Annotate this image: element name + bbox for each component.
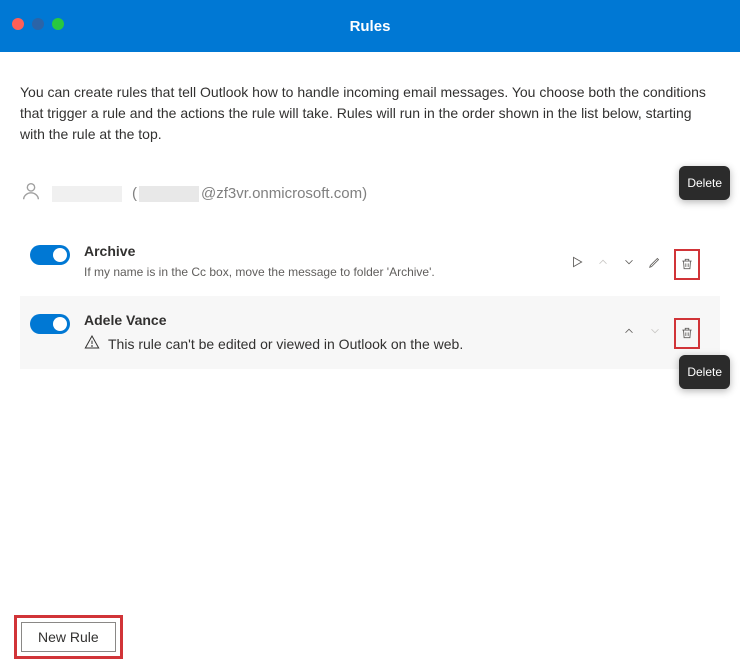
person-icon — [20, 180, 42, 207]
account-email-masked — [139, 186, 199, 202]
content-area: You can create rules that tell Outlook h… — [0, 52, 740, 389]
delete-tooltip: Delete — [679, 355, 730, 389]
delete-tooltip: Delete — [679, 166, 730, 200]
maximize-window-button[interactable] — [52, 18, 64, 30]
window-title: Rules — [350, 18, 391, 35]
rule-actions — [570, 249, 710, 280]
pencil-icon[interactable] — [648, 255, 662, 274]
chevron-up-icon — [596, 255, 610, 274]
intro-text: You can create rules that tell Outlook h… — [20, 82, 720, 145]
traffic-lights — [12, 18, 64, 30]
close-window-button[interactable] — [12, 18, 24, 30]
trash-icon[interactable] — [680, 326, 694, 345]
delete-highlight — [674, 318, 700, 349]
rule-actions — [622, 318, 710, 349]
rule-title: Adele Vance — [84, 312, 608, 328]
chevron-down-icon — [648, 324, 662, 343]
minimize-window-button[interactable] — [32, 18, 44, 30]
account-name-masked — [52, 186, 122, 202]
rule-toggle[interactable] — [30, 245, 70, 265]
rule-warning-text: This rule can't be edited or viewed in O… — [108, 336, 463, 352]
rule-title: Archive — [84, 243, 556, 259]
account-row: (@zf3vr.onmicrosoft.com) — [20, 175, 720, 227]
run-icon[interactable] — [570, 255, 584, 274]
rule-body: Archive If my name is in the Cc box, mov… — [84, 243, 556, 279]
account-domain: @zf3vr.onmicrosoft.com) — [201, 185, 367, 202]
account-email: (@zf3vr.onmicrosoft.com) — [132, 185, 367, 202]
chevron-down-icon[interactable] — [622, 255, 636, 274]
rule-row: Archive If my name is in the Cc box, mov… — [20, 227, 720, 296]
new-rule-button[interactable]: New Rule — [21, 622, 116, 652]
titlebar: Rules — [0, 0, 740, 52]
rule-row: Adele Vance This rule can't be edited or… — [20, 296, 720, 369]
rule-body: Adele Vance This rule can't be edited or… — [84, 312, 608, 353]
delete-highlight — [674, 249, 700, 280]
footer: New Rule — [0, 603, 740, 671]
chevron-up-icon[interactable] — [622, 324, 636, 343]
new-rule-highlight: New Rule — [14, 615, 123, 659]
rule-description: If my name is in the Cc box, move the me… — [84, 265, 556, 279]
rule-warning: This rule can't be edited or viewed in O… — [84, 334, 608, 353]
warning-icon — [84, 334, 100, 353]
trash-icon[interactable] — [680, 257, 694, 276]
rule-toggle[interactable] — [30, 314, 70, 334]
